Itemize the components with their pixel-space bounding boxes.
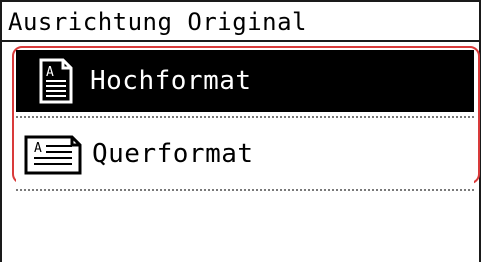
page-title: Ausrichtung Original: [8, 8, 307, 36]
option-divider: [16, 116, 474, 118]
orientation-screen: Ausrichtung Original A Hochformat A Quer…: [0, 0, 481, 262]
option-label-landscape: Querformat: [92, 139, 254, 169]
screen-header: Ausrichtung Original: [2, 0, 479, 42]
svg-text:A: A: [34, 141, 42, 156]
svg-text:A: A: [46, 65, 54, 80]
portrait-document-icon: A: [38, 57, 74, 105]
option-label-portrait: Hochformat: [90, 66, 252, 96]
landscape-document-icon: A: [24, 135, 82, 175]
option-portrait[interactable]: A Hochformat: [16, 50, 474, 112]
option-landscape[interactable]: A Querformat: [16, 123, 474, 185]
list-divider: [16, 189, 474, 191]
